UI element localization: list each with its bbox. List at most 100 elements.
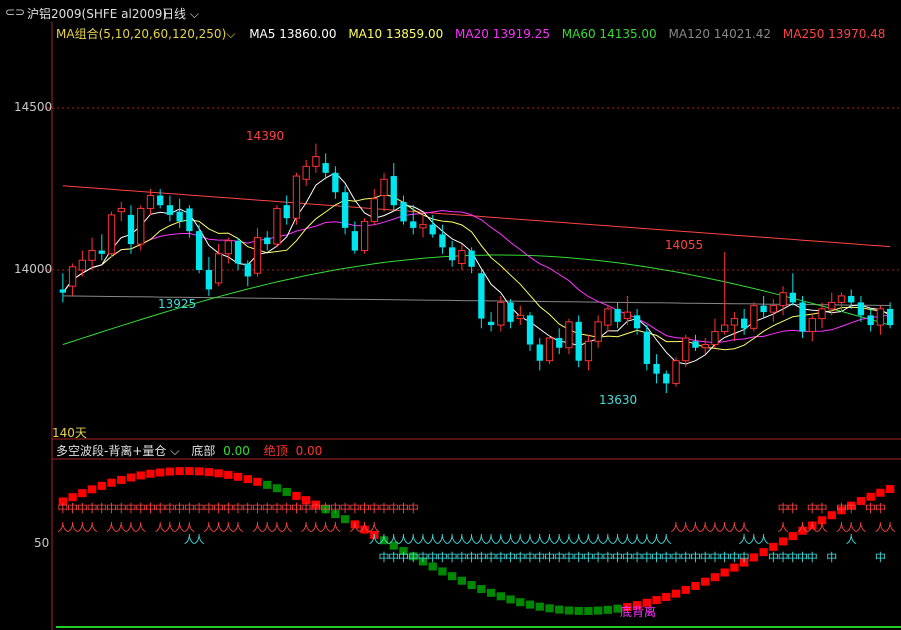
candle-body xyxy=(214,253,223,284)
indicator-bar xyxy=(486,588,496,597)
candle-body xyxy=(449,247,456,261)
candle-body xyxy=(332,172,339,193)
signal-mark: 人 xyxy=(758,533,769,546)
indicator-bar xyxy=(555,605,564,614)
candle-body xyxy=(283,205,290,219)
signal-mark: 人 xyxy=(661,533,672,546)
indicator-bar xyxy=(788,532,797,541)
indicator-bar xyxy=(204,468,214,477)
indicator-bar xyxy=(574,606,583,615)
ma120-value: MA120 14021.42 xyxy=(668,27,772,41)
candle-body xyxy=(672,360,680,384)
indicator-bar xyxy=(662,592,671,601)
link-icon[interactable]: ⊂⊃ xyxy=(5,5,25,19)
candle-body xyxy=(195,231,203,270)
indicator-bar xyxy=(593,606,603,615)
candle-body xyxy=(400,201,407,222)
indicator-bar xyxy=(282,487,291,496)
candle-body xyxy=(78,259,86,271)
candle-body xyxy=(302,165,310,180)
candle-body xyxy=(117,207,125,213)
candle-body xyxy=(322,163,329,173)
candle-body xyxy=(341,192,349,228)
candle-body xyxy=(98,250,105,254)
candle-body xyxy=(663,373,670,384)
signal-mark: 中 xyxy=(826,551,837,564)
indicator-bar xyxy=(185,467,194,476)
indicator-bar xyxy=(769,542,778,551)
ma250-value: MA250 13970.48 xyxy=(782,27,886,41)
candle-body xyxy=(224,240,232,255)
indicator-bar xyxy=(778,537,788,546)
candle-body xyxy=(857,302,865,316)
indicator-bar xyxy=(87,485,97,494)
header-bar: ⊂⊃ 沪铝2009(SHFE al2009) 日线 ⌵ xyxy=(0,0,901,24)
indicator-bar xyxy=(876,488,885,497)
indicator-bar xyxy=(340,515,350,524)
signal-mark: 中 xyxy=(875,551,886,564)
chevron-down-icon[interactable]: ⌵ xyxy=(226,27,235,41)
indicator-bar xyxy=(78,489,87,498)
indicator-bar xyxy=(506,595,515,604)
top-value: 0.00 xyxy=(295,444,323,458)
candle-body xyxy=(88,250,96,261)
high-annotation: 14390 xyxy=(246,129,285,143)
candle-body xyxy=(234,240,242,264)
indicator-bar xyxy=(68,493,77,502)
indicator-bar xyxy=(885,484,895,493)
indicator-bar xyxy=(730,563,739,572)
candle-body xyxy=(575,321,582,361)
indicator-bar xyxy=(701,577,710,586)
candle-body xyxy=(818,308,826,320)
indicator-bar xyxy=(564,606,574,615)
indicator-bar xyxy=(516,598,525,607)
indicator-bar xyxy=(224,470,233,479)
candle-body xyxy=(799,302,806,332)
signal-mark: 人 xyxy=(330,521,341,534)
candle-body xyxy=(789,292,796,303)
candle-body xyxy=(848,295,855,303)
signal-mark: 人 xyxy=(194,533,205,546)
indicator-bar xyxy=(603,605,613,614)
period-selector[interactable]: 日线 ⌵ xyxy=(162,5,199,22)
kline-chart[interactable]: 中中中中中中中中中中中中中中中中中中中中中中中中中中中中中中中中中中中中中 中中中… xyxy=(0,0,901,630)
candle-body xyxy=(507,302,514,322)
indicator-bar xyxy=(272,484,282,493)
price-label-14500: 14500 xyxy=(14,100,53,114)
ma-group-label[interactable]: MA组合(5,10,20,60,120,250) xyxy=(56,27,226,41)
indicator-name[interactable]: 多空波段-背离+量仓 xyxy=(56,444,166,458)
signal-mark: 人 xyxy=(885,521,896,534)
indicator-bar xyxy=(292,491,301,500)
candle-body xyxy=(828,301,836,310)
candle-body xyxy=(526,315,534,345)
contract-title[interactable]: 沪铝2009(SHFE al2009) xyxy=(27,5,167,22)
candle-body xyxy=(419,224,427,229)
candle-body xyxy=(458,250,466,265)
candle-body xyxy=(137,207,145,245)
candle-body xyxy=(779,292,787,307)
indicator-bar xyxy=(146,469,155,478)
candle-body xyxy=(633,315,641,329)
candle-body xyxy=(59,289,67,293)
signal-mark: 中 xyxy=(739,551,750,564)
candle-body xyxy=(711,331,719,346)
candle-body xyxy=(623,311,632,320)
indicator-bar xyxy=(535,602,544,611)
candle-body xyxy=(273,207,281,245)
candle-body xyxy=(643,331,650,364)
indicator-bar xyxy=(759,548,768,557)
ma60-value: MA60 14135.00 xyxy=(561,27,657,41)
signal-mark: 中 xyxy=(817,502,828,515)
candle-body xyxy=(468,250,475,267)
candle-body xyxy=(157,195,164,206)
candle-body xyxy=(614,308,621,322)
ma10-value: MA10 13859.00 xyxy=(348,27,444,41)
indicator-bar xyxy=(175,467,184,476)
candle-body xyxy=(653,363,660,374)
indicator-bar xyxy=(126,473,136,482)
candle-body xyxy=(312,156,320,167)
low-annotation: 13925 xyxy=(158,297,197,311)
top-label: 绝顶 xyxy=(263,444,288,458)
chevron-down-icon[interactable]: ⌵ xyxy=(170,444,179,458)
candle-body xyxy=(721,324,729,333)
